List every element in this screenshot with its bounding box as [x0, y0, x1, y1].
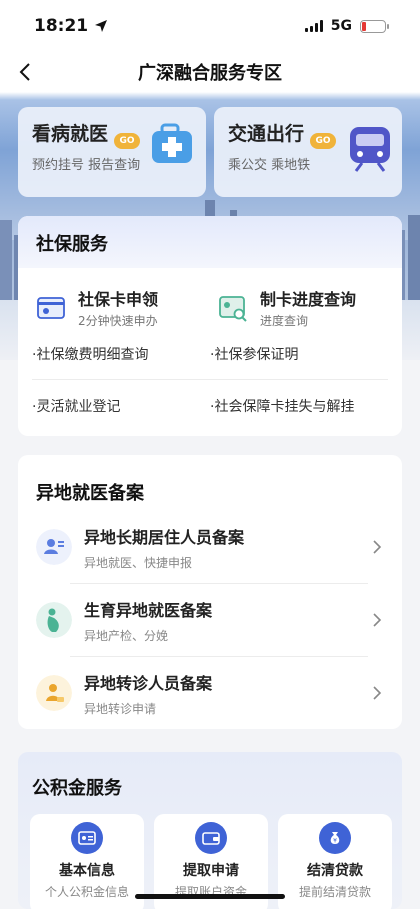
home-indicator[interactable] [135, 894, 285, 899]
chevron-right-icon [373, 613, 382, 627]
signal-icon [304, 20, 323, 32]
item-subtitle: 异地就医、快捷申报 [84, 555, 193, 570]
item-subtitle: 异地转诊申请 [84, 701, 157, 716]
list-item-long-term-residence[interactable]: 异地长期居住人员备案 异地就医、快捷申报 [18, 511, 402, 583]
page-title: 广深融合服务专区 [138, 63, 282, 84]
item-title: 生育异地就医备案 [84, 600, 213, 620]
link-card-report-loss[interactable]: ·社会保障卡挂失与解挂 [210, 396, 388, 416]
item-title: 制卡进度查询 [260, 290, 357, 309]
id-card-icon [71, 822, 103, 854]
back-arrow-icon[interactable] [14, 60, 38, 84]
fund-card-title: 提取申请 [183, 863, 239, 879]
item-subtitle: 异地产检、分娩 [84, 628, 169, 643]
section-title: 异地就医备案 [36, 483, 144, 504]
item-subtitle: 进度查询 [260, 314, 309, 328]
status-bar: 18:21 5G [0, 0, 420, 52]
item-title: 异地转诊人员备案 [84, 673, 213, 693]
person-transfer-icon [36, 675, 72, 711]
id-card-icon [37, 296, 65, 319]
item-subtitle: 2分钟快速申办 [78, 314, 158, 328]
navigation-bar: 广深融合服务专区 [0, 52, 420, 92]
link-payment-details[interactable]: ·社保缴费明细查询 [32, 344, 210, 364]
section-title: 公积金服务 [32, 778, 122, 799]
go-badge: GO [310, 133, 336, 149]
battery-icon [360, 19, 389, 33]
fund-card-subtitle: 提前结清贷款 [298, 885, 371, 899]
wallet-icon [195, 822, 227, 854]
svg-text:¥: ¥ [333, 838, 337, 845]
pregnancy-icon [36, 602, 72, 638]
item-title: 异地长期居住人员备案 [84, 527, 245, 547]
quick-card-medical[interactable]: 看病就医 预约挂号 报告查询 GO [18, 107, 206, 197]
status-time: 18:21 [34, 16, 89, 36]
chevron-right-icon [373, 686, 382, 700]
money-bag-icon: ¥ [319, 822, 351, 854]
fund-card-loan-payoff[interactable]: ¥ 结清贷款 提前结清贷款 [278, 814, 392, 909]
link-flexible-employment[interactable]: ·灵活就业登记 [32, 396, 210, 416]
person-document-icon [36, 529, 72, 565]
fund-card-basic-info[interactable]: 基本信息 个人公积金信息 [30, 814, 144, 909]
fund-card-subtitle: 个人公积金信息 [44, 885, 129, 899]
item-title: 社保卡申领 [78, 290, 159, 309]
link-insurance-certificate[interactable]: ·社保参保证明 [210, 344, 388, 364]
housing-fund-panel: 公积金服务 基本信息 个人公积金信息 提取申请 提取账户资金 ¥ 结清贷款 提前… [18, 752, 402, 909]
list-item-referral[interactable]: 异地转诊人员备案 异地转诊申请 [18, 657, 402, 729]
list-item-maternity[interactable]: 生育异地就医备案 异地产检、分娩 [18, 584, 402, 656]
social-insurance-panel: 社保服务 社保卡申领 2分钟快速申办 制卡进度查询 进度查询 ·社保缴费明细查询… [18, 216, 402, 436]
card-progress-query[interactable]: 制卡进度查询 进度查询 [218, 286, 384, 329]
fund-card-title: 结清贷款 [307, 863, 363, 879]
chevron-right-icon [373, 540, 382, 554]
card-search-icon [219, 295, 247, 322]
section-title: 社保服务 [18, 216, 402, 268]
go-badge: GO [114, 133, 140, 149]
remote-medical-panel: 异地就医备案 异地长期居住人员备案 异地就医、快捷申报 生育异地就医备案 异地产… [18, 455, 402, 729]
location-arrow-icon [95, 20, 108, 32]
network-type: 5G [330, 18, 352, 34]
quick-card-transport[interactable]: 交通出行 乘公交 乘地铁 GO [214, 107, 402, 197]
medical-kit-icon [152, 123, 192, 163]
subway-train-icon [350, 127, 390, 172]
fund-card-title: 基本信息 [59, 863, 115, 879]
social-card-apply[interactable]: 社保卡申领 2分钟快速申办 [36, 286, 202, 329]
